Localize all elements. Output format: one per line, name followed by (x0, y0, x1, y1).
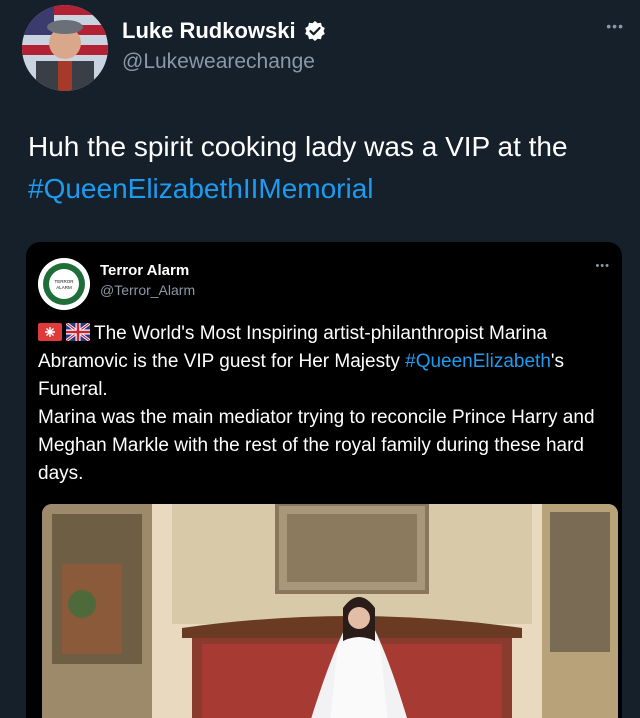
tweet-text: Huh the spirit cooking lady was a VIP at… (28, 126, 628, 210)
quote-line2: Marina was the main mediator trying to r… (38, 407, 595, 484)
svg-text:ALARM: ALARM (56, 285, 72, 290)
tweet-text-plain: Huh the spirit cooking lady was a VIP at… (28, 131, 568, 162)
flag-icon (65, 321, 91, 343)
avatar[interactable] (22, 5, 108, 91)
quote-more-options-icon[interactable]: ••• (595, 260, 610, 272)
quote-text: The World's Most Inspiring artist-philan… (38, 320, 616, 488)
flag-icon (38, 322, 62, 341)
display-name[interactable]: Luke Rudkowski (122, 18, 296, 44)
verified-badge-icon (304, 20, 326, 42)
name-row: Luke Rudkowski (122, 18, 326, 44)
avatar-logo-text: TERROR (55, 279, 75, 284)
handle[interactable]: @Lukewearechange (122, 50, 315, 74)
hashtag-link[interactable]: #QueenElizabethIIMemorial (28, 173, 374, 204)
tweet: Luke Rudkowski @Lukewearechange ••• Huh … (0, 0, 640, 718)
quote-avatar[interactable]: TERROR ALARM (38, 258, 90, 310)
quote-display-name[interactable]: Terror Alarm (100, 262, 189, 279)
quote-handle[interactable]: @Terror_Alarm (100, 282, 195, 298)
quoted-tweet[interactable]: TERROR ALARM Terror Alarm @Terror_Alarm … (26, 242, 622, 718)
quote-media-image[interactable] (42, 504, 618, 718)
more-options-icon[interactable]: ••• (606, 18, 624, 34)
quote-hashtag-link[interactable]: #QueenElizabeth (405, 351, 551, 372)
